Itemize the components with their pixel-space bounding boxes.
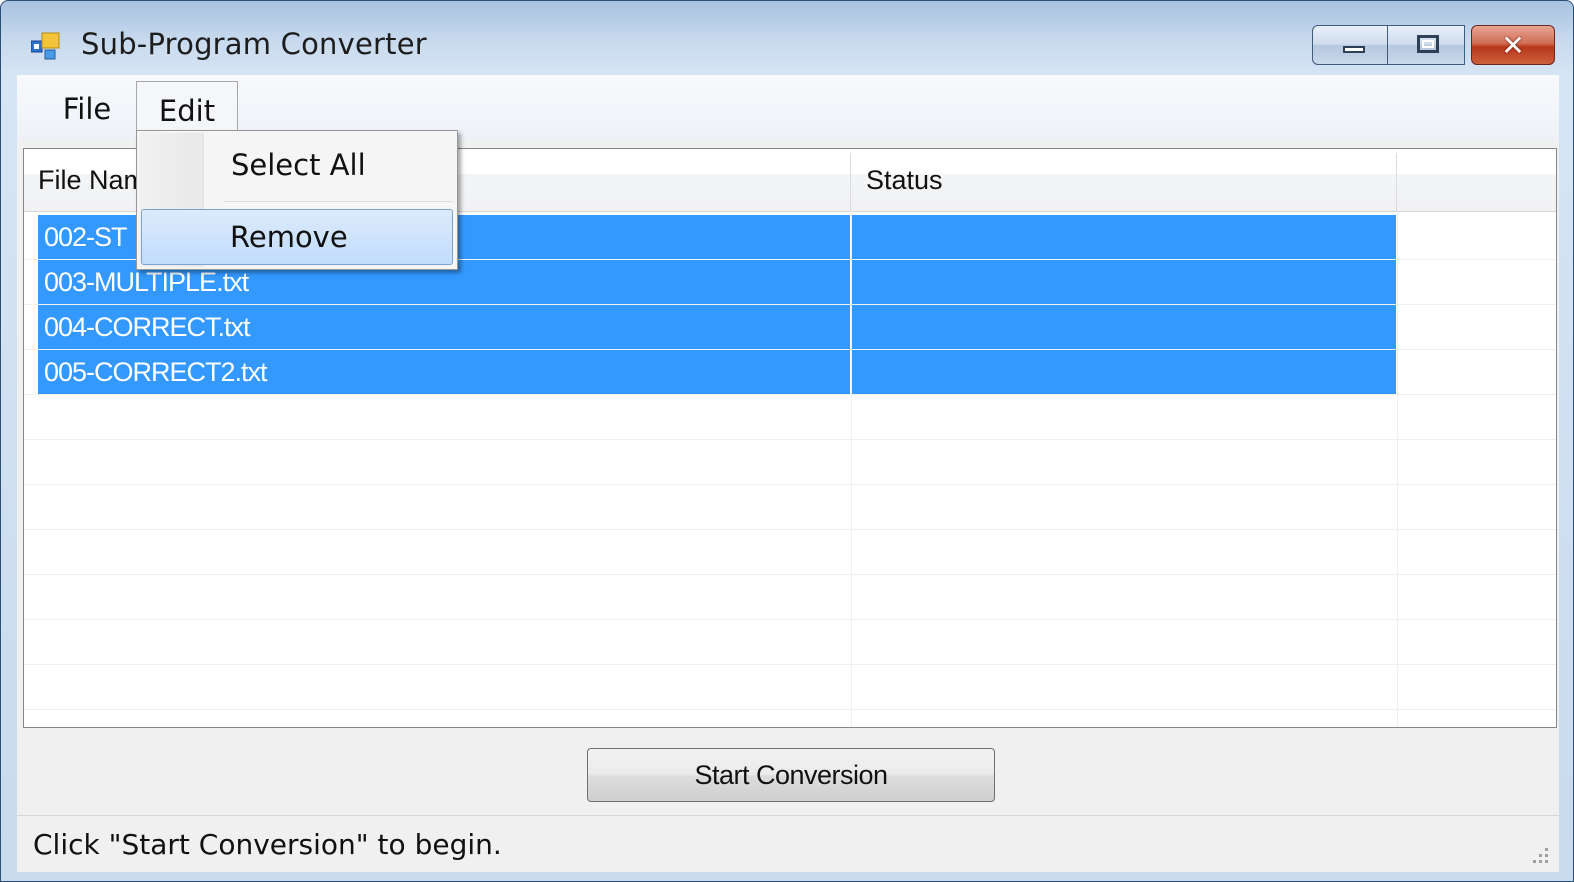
menu-item-remove[interactable]: Remove xyxy=(141,209,453,265)
column-divider[interactable] xyxy=(1396,153,1397,211)
maximize-icon xyxy=(1417,35,1439,53)
empty-row xyxy=(24,440,1556,485)
list-item[interactable]: 004-CORRECT.txt xyxy=(24,305,1556,350)
empty-row xyxy=(24,575,1556,620)
empty-row xyxy=(24,395,1556,440)
empty-row xyxy=(24,530,1556,575)
empty-row xyxy=(24,665,1556,710)
file-name-cell: 005-CORRECT2.txt xyxy=(38,350,850,394)
status-cell xyxy=(852,305,1396,349)
menu-file[interactable]: File xyxy=(45,81,129,137)
column-header-status[interactable]: Status xyxy=(852,149,1396,211)
close-button[interactable]: ✕ xyxy=(1471,25,1555,65)
status-cell xyxy=(852,350,1396,394)
minimize-button[interactable] xyxy=(1312,25,1388,65)
empty-row xyxy=(24,620,1556,665)
column-divider[interactable] xyxy=(850,153,851,211)
close-icon: ✕ xyxy=(1501,28,1525,62)
app-window-icon xyxy=(31,32,60,60)
minimize-icon xyxy=(1343,46,1365,53)
maximize-button[interactable] xyxy=(1387,25,1465,65)
status-cell xyxy=(852,215,1396,259)
menu-separator xyxy=(223,201,453,205)
file-name-cell: 004-CORRECT.txt xyxy=(38,305,850,349)
title-bar[interactable]: Sub-Program Converter ✕ xyxy=(1,1,1573,75)
status-text: Click "Start Conversion" to begin. xyxy=(33,828,502,861)
empty-row xyxy=(24,485,1556,530)
status-cell xyxy=(852,260,1396,304)
start-conversion-button[interactable]: Start Conversion xyxy=(587,748,995,802)
menu-item-select-all[interactable]: Select All xyxy=(139,137,455,193)
list-rows: 002-ST 003-MULTIPLE.txt 004-CORRECT.txt … xyxy=(24,215,1556,710)
resize-grip-icon[interactable] xyxy=(1529,844,1551,866)
status-bar: Click "Start Conversion" to begin. xyxy=(17,815,1559,872)
window-title: Sub-Program Converter xyxy=(81,27,427,61)
edit-menu-dropdown: Select All Remove xyxy=(136,130,458,270)
list-item[interactable]: 005-CORRECT2.txt xyxy=(24,350,1556,395)
caption-buttons: ✕ xyxy=(1312,25,1555,65)
